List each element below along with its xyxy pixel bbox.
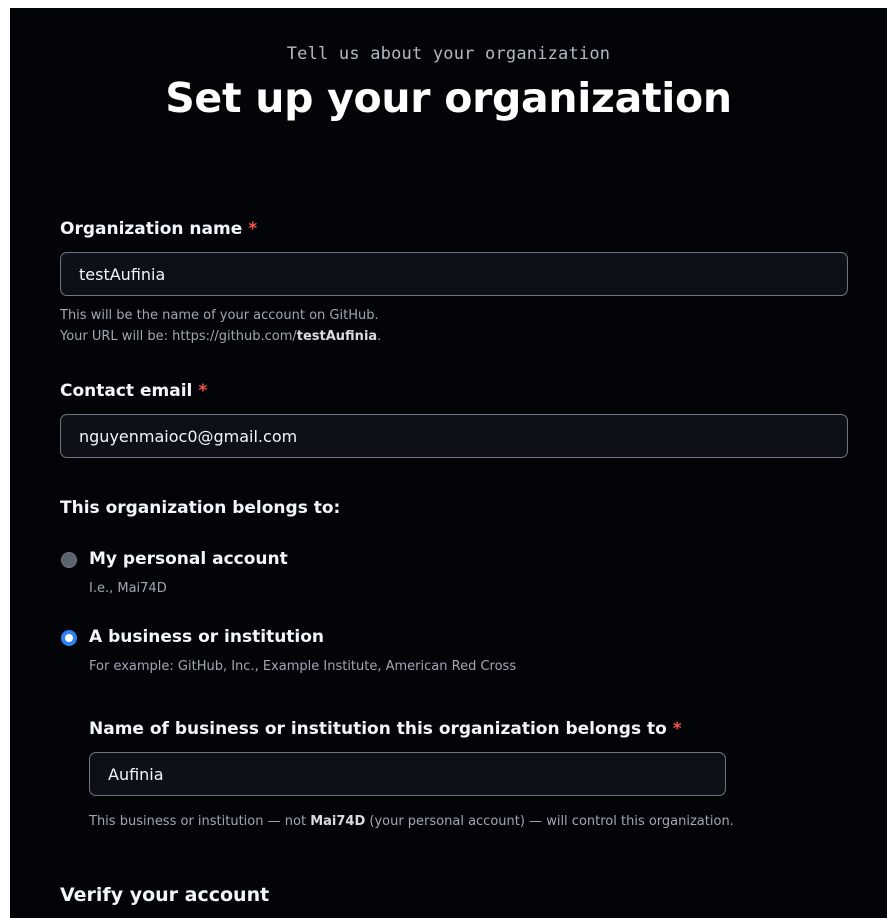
required-mark: * [248, 219, 258, 239]
business-option-label[interactable]: A business or institution [89, 627, 324, 647]
contact-email-label: Contact email * [60, 381, 207, 401]
personal-account-description: I.e., Mai74D [89, 581, 167, 596]
business-radio[interactable] [61, 630, 77, 646]
business-name-label-text: Name of business or institution this org… [89, 719, 667, 739]
business-description: For example: GitHub, Inc., Example Insti… [89, 659, 517, 674]
url-suffix: . [377, 329, 382, 344]
personal-account-radio[interactable] [61, 552, 77, 568]
org-name-label-text: Organization name [60, 219, 243, 239]
business-help-suffix: (your personal account) — will control t… [365, 814, 734, 829]
page-title: Set up your organization [165, 74, 732, 122]
page-eyebrow: Tell us about your organization [286, 44, 611, 64]
org-name-input[interactable] [60, 252, 848, 296]
business-name-input[interactable] [89, 752, 726, 796]
required-mark: * [672, 719, 682, 739]
contact-email-label-text: Contact email [60, 381, 193, 401]
url-org-name: testAufinia [296, 329, 378, 344]
org-name-label: Organization name * [60, 219, 257, 239]
belongs-to-label: This organization belongs to: [60, 498, 341, 518]
contact-email-input[interactable] [60, 414, 848, 458]
org-name-help: This will be the name of your account on… [60, 305, 381, 347]
required-mark: * [198, 381, 208, 401]
org-name-help-line1: This will be the name of your account on… [60, 308, 379, 323]
business-name-help: This business or institution — not Mai74… [89, 811, 734, 832]
personal-account-option-label[interactable]: My personal account [89, 549, 288, 569]
business-name-label: Name of business or institution this org… [89, 719, 682, 739]
business-help-prefix: This business or institution — not [89, 814, 311, 829]
url-prefix: Your URL will be: https://github.com/ [60, 329, 297, 344]
verify-account-heading: Verify your account [60, 884, 270, 906]
setup-organization-screen: Tell us about your organization Set up y… [10, 8, 887, 918]
org-name-help-line2: Your URL will be: https://github.com/tes… [60, 326, 381, 347]
business-help-account: Mai74D [310, 814, 366, 829]
